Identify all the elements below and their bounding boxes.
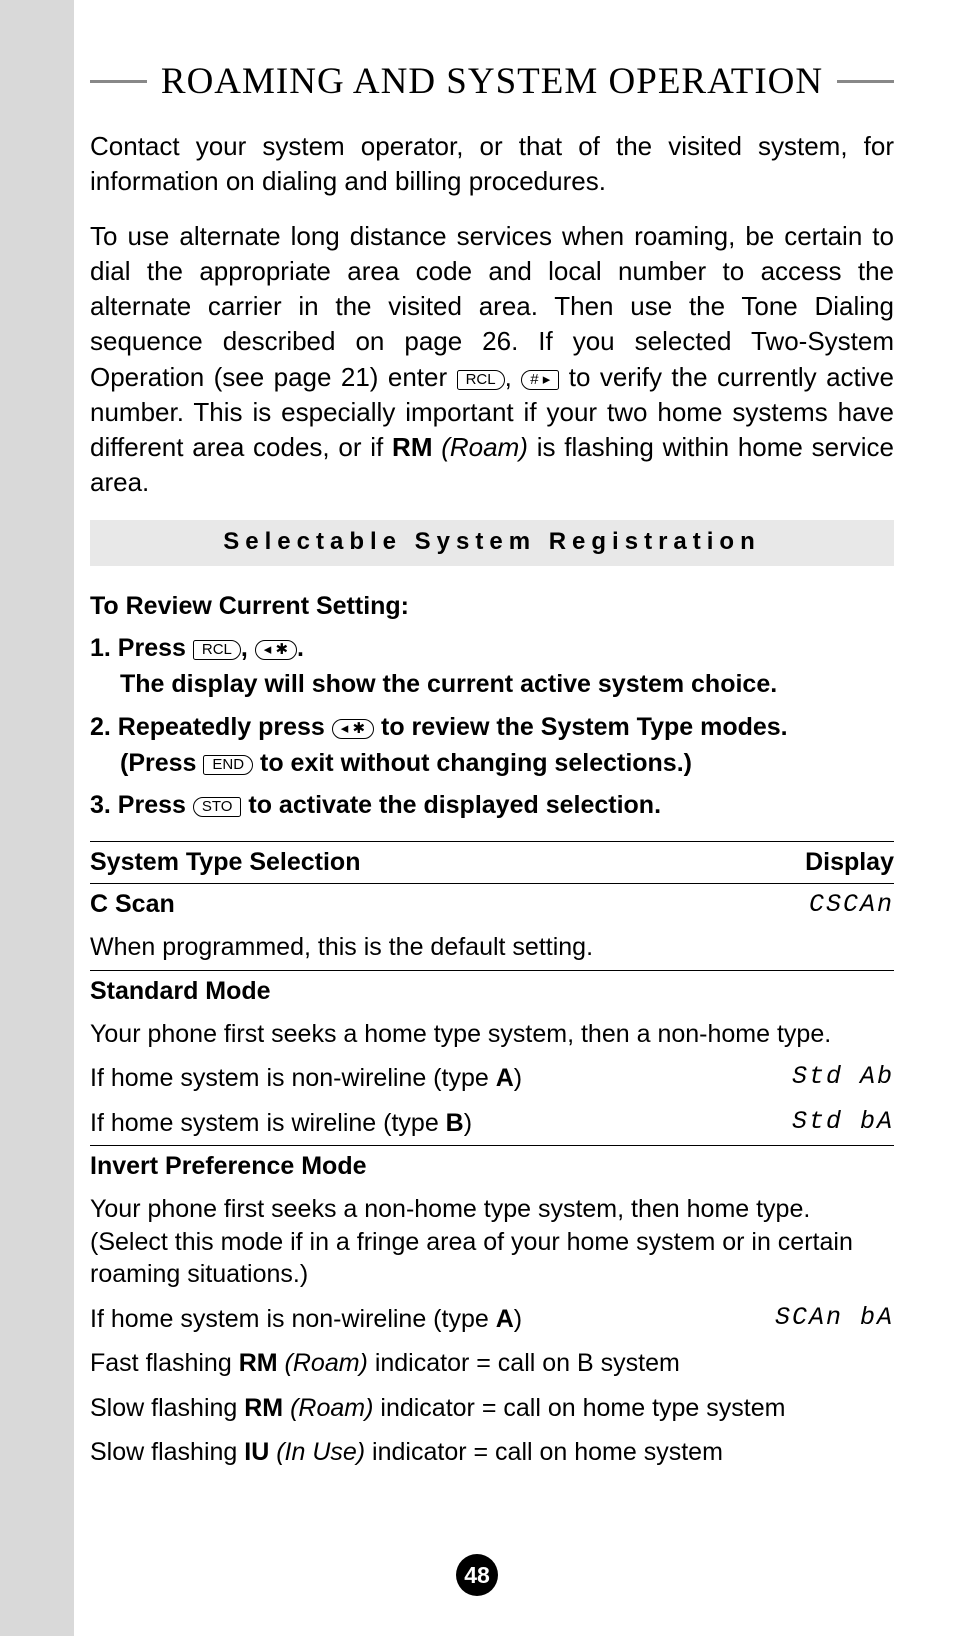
inv-roam2: (Roam) <box>290 1394 373 1422</box>
page-number-container: 48 <box>0 1554 954 1596</box>
std-b-a: If home system is wireline (type <box>90 1109 446 1137</box>
inv-fast-row: Fast flashing RM (Roam) indicator = call… <box>90 1341 894 1386</box>
cscan-row: C Scan CSCAn <box>90 884 894 926</box>
std-b-b: B <box>446 1109 464 1137</box>
margin-bar <box>0 0 74 1636</box>
step-3: 3. Press STO to activate the displayed s… <box>90 787 894 823</box>
inv-desc: Your phone first seeks a non-home type s… <box>90 1187 894 1297</box>
cscan-display: CSCAn <box>714 884 894 926</box>
std-b-text: If home system is wireline (type B) <box>90 1101 714 1146</box>
end-key-icon: END <box>203 755 253 775</box>
s2b: to review the System Type modes. <box>381 713 788 741</box>
inv-desc-row: Your phone first seeks a non-home type s… <box>90 1187 894 1297</box>
inv-slow2: Slow flashing IU (In Use) indicator = ca… <box>90 1430 894 1475</box>
star-key-icon: ◂ ✱ <box>255 640 297 660</box>
page: ROAMING AND SYSTEM OPERATION Contact you… <box>0 0 954 1636</box>
inv-a-c: ) <box>514 1305 522 1333</box>
col-display: Display <box>714 842 894 884</box>
cscan-desc-row: When programmed, this is the default set… <box>90 925 894 970</box>
inv-a-a: If home system is non-wireline (type <box>90 1305 496 1333</box>
s1c: . <box>297 634 304 662</box>
rm-label: RM <box>392 432 432 462</box>
inv-inuse: (In Use) <box>276 1438 365 1466</box>
std-name-row: Standard Mode <box>90 970 894 1012</box>
inv-slow1-b: indicator = call on home type system <box>373 1394 785 1422</box>
std-a-c: ) <box>514 1064 522 1092</box>
page-title: ROAMING AND SYSTEM OPERATION <box>147 60 837 103</box>
inv-rm2: RM <box>244 1394 283 1422</box>
std-b-display: Std bA <box>714 1101 894 1146</box>
std-desc-row: Your phone first seeks a home type syste… <box>90 1012 894 1057</box>
std-name: Standard Mode <box>90 970 894 1012</box>
title-row: ROAMING AND SYSTEM OPERATION <box>90 60 894 103</box>
rcl-key-icon: RCL <box>457 370 505 390</box>
cscan-desc: When programmed, this is the default set… <box>90 925 894 970</box>
s2-suba: (Press <box>120 749 203 777</box>
star-key-icon: ◂ ✱ <box>332 719 374 739</box>
inv-slow1-a: Slow flashing <box>90 1394 244 1422</box>
s2-sub: (Press END to exit without changing sele… <box>120 745 894 781</box>
inv-fast-b: indicator = call on B system <box>368 1349 680 1377</box>
page-number: 48 <box>456 1554 498 1596</box>
step-1: 1. Press RCL, ◂ ✱. The display will show… <box>90 630 894 703</box>
std-a-row: If home system is non-wireline (type A) … <box>90 1056 894 1101</box>
rule-right <box>837 80 894 83</box>
inv-slow2-a: Slow flashing <box>90 1438 244 1466</box>
std-b-row: If home system is wireline (type B) Std … <box>90 1101 894 1146</box>
inv-slow1-row: Slow flashing RM (Roam) indicator = call… <box>90 1386 894 1431</box>
intro-para-1: Contact your system operator, or that of… <box>90 129 894 199</box>
inv-roam1: (Roam) <box>285 1349 368 1377</box>
inv-a-b: A <box>496 1305 514 1333</box>
std-desc: Your phone first seeks a home type syste… <box>90 1012 894 1057</box>
std-a-a: If home system is non-wireline (type <box>90 1064 496 1092</box>
intro-2b: , <box>505 362 522 392</box>
inv-a-row: If home system is non-wireline (type A) … <box>90 1297 894 1342</box>
s2a: 2. Repeatedly press <box>90 713 332 741</box>
rule-left <box>90 80 147 83</box>
roam-label: (Roam) <box>441 432 528 462</box>
s2-subb: to exit without changing selections.) <box>260 749 692 777</box>
s1b: , <box>241 634 255 662</box>
section-band: Selectable System Registration <box>90 520 894 566</box>
sto-key-icon: STO <box>193 797 242 817</box>
std-a-b: A <box>496 1064 514 1092</box>
inv-iu: IU <box>244 1438 269 1466</box>
s3a: 3. Press <box>90 791 193 819</box>
cscan-name: C Scan <box>90 884 714 926</box>
hash-key-icon: # ▸ <box>521 370 559 390</box>
table-header-row: System Type Selection Display <box>90 842 894 884</box>
std-a-display: Std Ab <box>714 1056 894 1101</box>
s1-sub: The display will show the current active… <box>120 666 894 702</box>
inv-slow2-row: Slow flashing IU (In Use) indicator = ca… <box>90 1430 894 1475</box>
s1a: 1. Press <box>90 634 193 662</box>
std-b-c: ) <box>464 1109 472 1137</box>
inv-slow1: Slow flashing RM (Roam) indicator = call… <box>90 1386 894 1431</box>
rcl-key-icon: RCL <box>193 640 241 660</box>
s3b: to activate the displayed selection. <box>248 791 661 819</box>
inv-fast-a: Fast flashing <box>90 1349 239 1377</box>
content-area: ROAMING AND SYSTEM OPERATION Contact you… <box>90 60 894 1475</box>
inv-slow2-b: indicator = call on home system <box>365 1438 723 1466</box>
inv-fast: Fast flashing RM (Roam) indicator = call… <box>90 1341 894 1386</box>
inv-a-display: SCAn bA <box>714 1297 894 1342</box>
inv-rm1: RM <box>239 1349 278 1377</box>
review-heading: To Review Current Setting: <box>90 588 894 624</box>
inv-name-row: Invert Preference Mode <box>90 1146 894 1188</box>
inv-name: Invert Preference Mode <box>90 1146 894 1188</box>
std-a-text: If home system is non-wireline (type A) <box>90 1056 714 1101</box>
step-2: 2. Repeatedly press ◂ ✱ to review the Sy… <box>90 709 894 782</box>
intro-para-2: To use alternate long distance services … <box>90 219 894 500</box>
col-system-type: System Type Selection <box>90 842 714 884</box>
inv-a-text: If home system is non-wireline (type A) <box>90 1297 714 1342</box>
system-type-table: System Type Selection Display C Scan CSC… <box>90 841 894 1475</box>
